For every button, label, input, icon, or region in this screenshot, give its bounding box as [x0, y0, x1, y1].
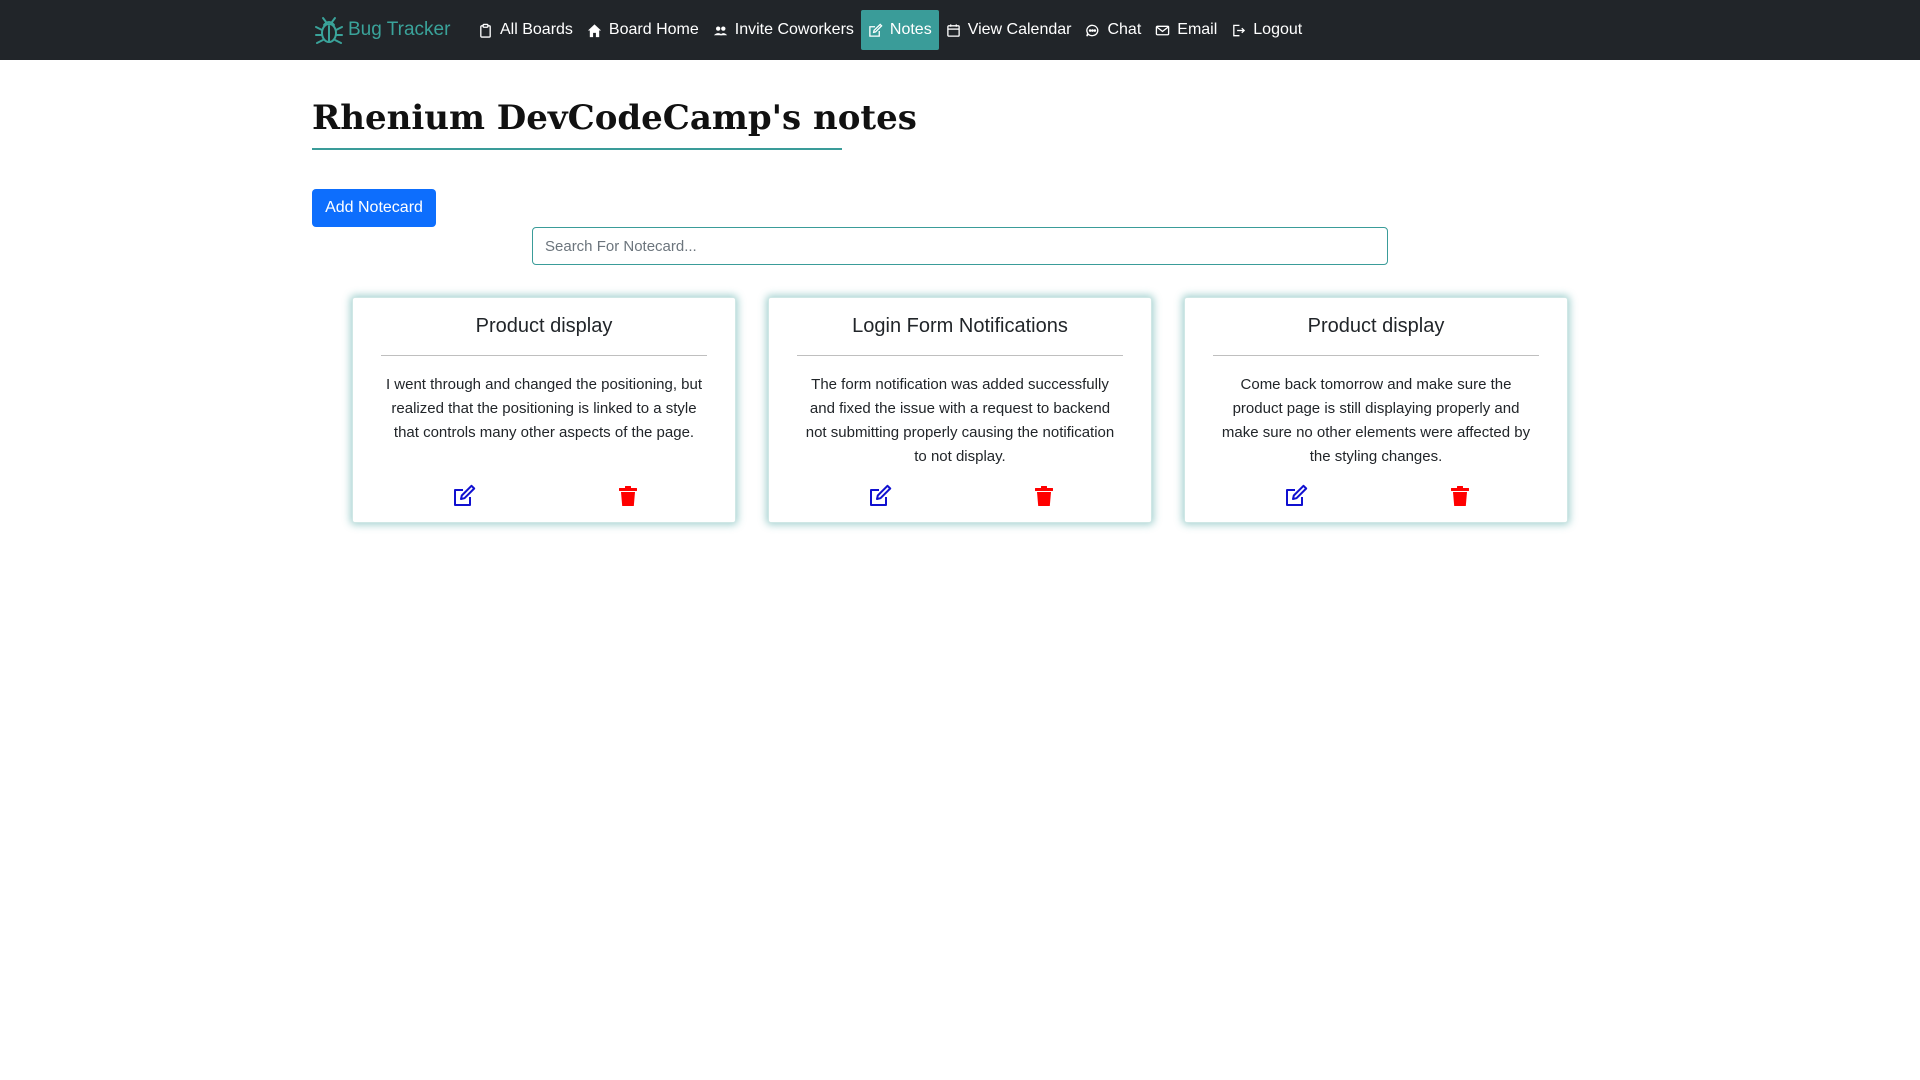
edit-note-icon[interactable]	[452, 484, 476, 508]
edit-note-icon[interactable]	[1284, 484, 1308, 508]
clipboard-icon	[480, 23, 491, 38]
logout-icon	[1233, 24, 1246, 36]
envelope-icon	[1156, 25, 1170, 35]
notecard-title: Login Form Notifications	[852, 315, 1068, 337]
page-title-container: Rhenium DevCodeCamp's notes	[312, 88, 917, 150]
bug-icon	[315, 17, 343, 44]
nav-board-home-label: Board Home	[608, 21, 699, 38]
notecard-body: Come back tomorrow and make sure the pro…	[1221, 376, 1531, 465]
nav-board-home[interactable]: Board Home	[580, 10, 706, 50]
notecard: Login Form Notifications The form notifi…	[768, 297, 1152, 523]
nav-links: All Boards Board Home Invite Coworkers N…	[471, 10, 1309, 50]
brand-label: Bug Tracker	[348, 19, 451, 40]
nav-view-calendar[interactable]: View Calendar	[939, 10, 1079, 50]
nav-all-boards[interactable]: All Boards	[471, 10, 580, 50]
nav-invite-coworkers-label: Invite Coworkers	[734, 21, 854, 38]
notecard-body: I went through and changed the positioni…	[385, 376, 703, 441]
nav-email[interactable]: Email	[1148, 10, 1224, 50]
search-notecard-input[interactable]	[532, 227, 1388, 265]
brand-link[interactable]: Bug Tracker	[313, 14, 450, 46]
people-icon	[713, 25, 727, 35]
nav-chat[interactable]: Chat	[1078, 10, 1148, 50]
top-navbar: Bug Tracker All Boards Board Home Invite…	[0, 0, 1920, 60]
notecard-divider	[797, 355, 1123, 356]
notecard-title: Product display	[475, 315, 613, 337]
notecard: Product display I went through and chang…	[352, 297, 736, 523]
edit-note-icon[interactable]	[868, 484, 892, 508]
notecard-divider	[381, 355, 707, 356]
calendar-icon	[946, 23, 960, 37]
delete-note-icon[interactable]	[1033, 485, 1055, 507]
notecard-divider	[1213, 355, 1539, 356]
nav-logout[interactable]: Logout	[1224, 10, 1309, 50]
nav-chat-label: Chat	[1107, 21, 1142, 38]
nav-email-label: Email	[1177, 21, 1218, 38]
chat-icon	[1086, 24, 1099, 37]
add-notecard-button[interactable]: Add Notecard	[312, 189, 436, 227]
nav-notes-label: Notes	[889, 21, 932, 38]
nav-view-calendar-label: View Calendar	[967, 21, 1072, 38]
notecard: Product display Come back tomorrow and m…	[1184, 297, 1568, 523]
nav-logout-label: Logout	[1253, 21, 1303, 38]
home-icon	[587, 23, 601, 37]
page-title: Rhenium DevCodeCamp's notes	[312, 98, 917, 138]
nav-invite-coworkers[interactable]: Invite Coworkers	[706, 10, 861, 50]
nav-notes[interactable]: Notes	[860, 10, 939, 50]
delete-note-icon[interactable]	[1449, 485, 1471, 507]
edit-icon	[869, 22, 883, 37]
delete-note-icon[interactable]	[617, 485, 639, 507]
notecard-body: The form notification was added successf…	[805, 376, 1115, 465]
notecard-title: Product display	[1307, 315, 1445, 337]
nav-all-boards-label: All Boards	[500, 21, 573, 38]
